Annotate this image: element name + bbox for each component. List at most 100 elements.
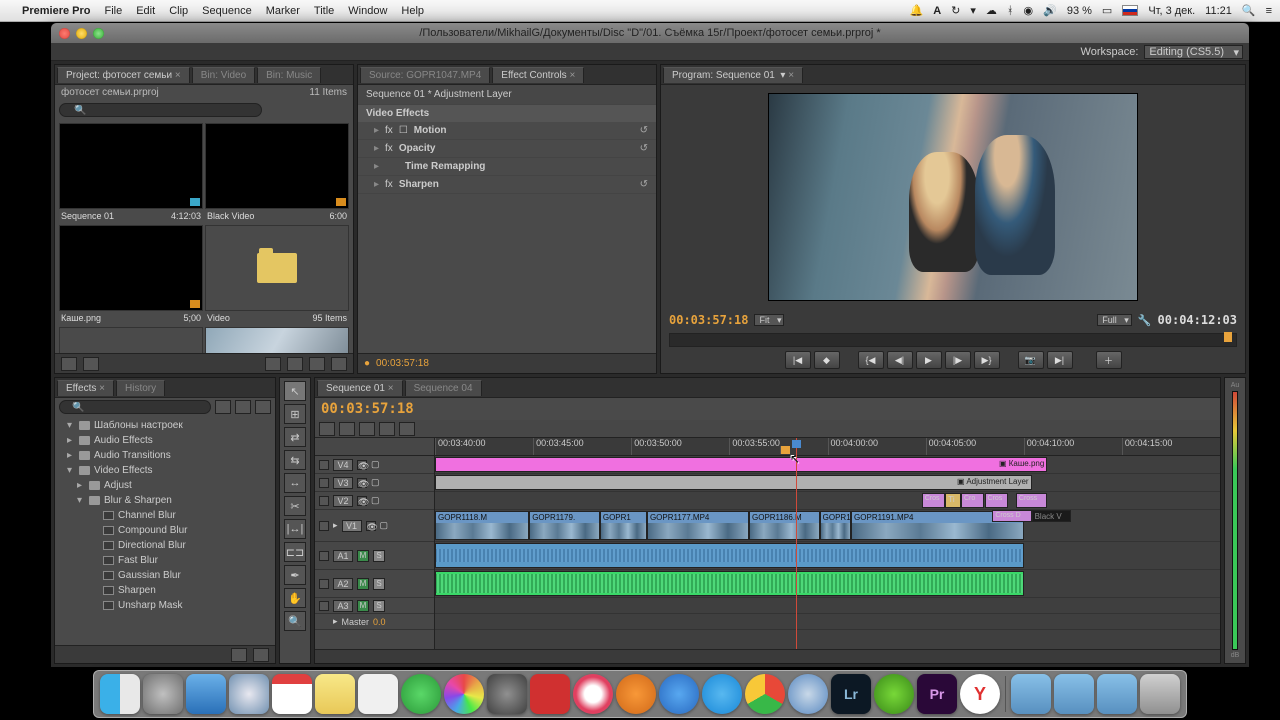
notification-icon[interactable]: 🔔 bbox=[910, 4, 924, 17]
clip-cross-4[interactable]: Cross bbox=[1016, 493, 1047, 508]
dock-mail-icon[interactable] bbox=[186, 674, 226, 714]
playhead[interactable] bbox=[796, 438, 797, 649]
dock-itunes-icon[interactable] bbox=[573, 674, 613, 714]
tab-history[interactable]: History bbox=[116, 380, 165, 396]
clip-adjustment-layer[interactable]: ▣ Adjustment Layer bbox=[435, 475, 1032, 490]
effects-search-input[interactable] bbox=[59, 400, 211, 414]
menu-clip[interactable]: Clip bbox=[169, 5, 188, 17]
project-item-sequence[interactable]: Sequence 014:12:03 bbox=[59, 123, 203, 223]
project-item-kashe[interactable]: Каше.png5;00 bbox=[59, 225, 203, 325]
insert-button[interactable] bbox=[359, 422, 375, 436]
fx-badge-yuv-button[interactable] bbox=[235, 400, 251, 414]
project-item-black-video[interactable]: Black Video6:00 bbox=[205, 123, 349, 223]
dock-yandex-icon[interactable]: Y bbox=[960, 674, 1000, 714]
track-header-a2[interactable]: A2MS bbox=[315, 570, 434, 598]
project-item-clip[interactable] bbox=[205, 327, 349, 353]
clip-audio-1[interactable] bbox=[435, 543, 1024, 568]
project-item-video-bin[interactable]: Video95 Items bbox=[205, 225, 349, 325]
clip-audio-2[interactable] bbox=[435, 571, 1024, 596]
fx-node-шаблоны-настроек[interactable]: ▾Шаблоны настроек bbox=[55, 418, 275, 433]
clip-black-video[interactable]: Black V bbox=[1032, 510, 1071, 522]
track-header-master[interactable]: ▸Master0.0 bbox=[315, 614, 434, 630]
tab-bin-video[interactable]: Bin: Video bbox=[192, 67, 255, 83]
tab-sequence-01[interactable]: Sequence 01 bbox=[317, 380, 403, 396]
clip-title[interactable]: Ti bbox=[945, 493, 961, 508]
button-editor-button[interactable]: ＋ bbox=[1096, 351, 1122, 369]
menubar-time[interactable]: 11:21 bbox=[1205, 5, 1232, 17]
menu-extra-icon[interactable]: ≡ bbox=[1266, 5, 1272, 17]
close-window-button[interactable] bbox=[59, 28, 70, 39]
fx-node-unsharp-mask[interactable]: Unsharp Mask bbox=[55, 598, 275, 613]
add-marker-button[interactable]: ◆ bbox=[814, 351, 840, 369]
fx-badge-accel-button[interactable] bbox=[255, 400, 271, 414]
battery-icon[interactable]: ▭ bbox=[1102, 4, 1112, 17]
menu-marker[interactable]: Marker bbox=[266, 5, 300, 17]
workspace-select[interactable]: Editing (CS5.5)▾ bbox=[1144, 45, 1243, 59]
track-master[interactable] bbox=[435, 614, 1220, 630]
bluetooth-icon[interactable]: ᚼ bbox=[1007, 5, 1014, 17]
adobe-cc-icon[interactable]: A bbox=[933, 5, 941, 17]
dock-skype-icon[interactable] bbox=[702, 674, 742, 714]
effect-opacity[interactable]: ▸fxOpacity↺ bbox=[358, 140, 656, 158]
effects-tree[interactable]: ▾Шаблоны настроек▸Audio Effects▸Audio Tr… bbox=[55, 416, 275, 645]
go-to-in-button[interactable]: |◀ bbox=[785, 351, 811, 369]
timeline-tracks[interactable]: 00:03:40:0000:03:45:0000:03:50:0000:03:5… bbox=[435, 438, 1220, 649]
program-timecode-current[interactable]: 00:03:57:18 bbox=[669, 313, 748, 327]
track-v3[interactable]: ▣ Adjustment Layer bbox=[435, 474, 1220, 492]
window-titlebar[interactable]: /Пользователи/MikhailG/Документы/Disc "D… bbox=[51, 23, 1249, 43]
menu-window[interactable]: Window bbox=[348, 5, 387, 17]
step-forward-button[interactable]: |▶ bbox=[945, 351, 971, 369]
dock-photos-icon[interactable] bbox=[444, 674, 484, 714]
fx-node-audio-transitions[interactable]: ▸Audio Transitions bbox=[55, 448, 275, 463]
selection-tool[interactable]: ↖ bbox=[284, 381, 306, 401]
razor-tool[interactable]: ✂ bbox=[284, 496, 306, 516]
menu-sequence[interactable]: Sequence bbox=[202, 5, 252, 17]
tab-effects[interactable]: Effects bbox=[57, 380, 114, 396]
dock-utorrent-icon[interactable] bbox=[874, 674, 914, 714]
track-header-v1[interactable]: ▸V1👁▢ bbox=[315, 510, 434, 542]
out-marker-icon[interactable] bbox=[1224, 332, 1232, 342]
track-a2[interactable] bbox=[435, 570, 1220, 598]
clip-gopr11[interactable]: GOPR11 bbox=[820, 511, 851, 540]
track-header-a3[interactable]: A3MS bbox=[315, 598, 434, 614]
ripple-edit-tool[interactable]: ⇄ bbox=[284, 427, 306, 447]
track-v1[interactable]: GOPR1118.M GOPR1179. GOPR1 GOPR1177.MP4 … bbox=[435, 510, 1220, 542]
tab-source[interactable]: Source: GOPR1047.MP4 bbox=[360, 67, 490, 83]
track-a1[interactable] bbox=[435, 542, 1220, 570]
menu-edit[interactable]: Edit bbox=[136, 5, 155, 17]
time-ruler[interactable]: 00:03:40:0000:03:45:0000:03:50:0000:03:5… bbox=[435, 438, 1220, 456]
rolling-edit-tool[interactable]: ⇆ bbox=[284, 450, 306, 470]
fx-node-audio-effects[interactable]: ▸Audio Effects bbox=[55, 433, 275, 448]
settings-button[interactable] bbox=[399, 422, 415, 436]
effect-motion[interactable]: ▸fx☐Motion↺ bbox=[358, 122, 656, 140]
dock-appstore-icon[interactable] bbox=[659, 674, 699, 714]
new-item-button[interactable] bbox=[309, 357, 325, 371]
tab-project[interactable]: Project: фотосет семьи bbox=[57, 67, 190, 83]
dock-trash-icon[interactable] bbox=[1140, 674, 1180, 714]
zoom-fit-select[interactable]: Fit bbox=[754, 314, 784, 326]
clip-cross-dissolve[interactable]: Cross D bbox=[992, 510, 1031, 522]
fx-node-adjust[interactable]: ▸Adjust bbox=[55, 478, 275, 493]
dock-notes-icon[interactable] bbox=[315, 674, 355, 714]
volume-icon[interactable]: 🔊 bbox=[1043, 4, 1057, 17]
play-button[interactable]: ▶ bbox=[916, 351, 942, 369]
track-a3[interactable] bbox=[435, 598, 1220, 614]
dock-calendar-icon[interactable] bbox=[272, 674, 312, 714]
settings-icon[interactable]: 🔧 bbox=[1138, 314, 1152, 327]
icon-view-button[interactable] bbox=[83, 357, 99, 371]
tab-sequence-04[interactable]: Sequence 04 bbox=[405, 380, 482, 396]
project-item-folder2[interactable] bbox=[59, 327, 203, 353]
timeline-timecode[interactable]: 00:03:57:18 bbox=[321, 401, 414, 417]
dock-vox-icon[interactable] bbox=[616, 674, 656, 714]
track-header-v4[interactable]: V4👁▢ bbox=[315, 456, 434, 474]
fx-node-fast-blur[interactable]: Fast Blur bbox=[55, 553, 275, 568]
dock-folder1-icon[interactable] bbox=[1011, 674, 1051, 714]
track-v4[interactable]: ▣ Каше.png bbox=[435, 456, 1220, 474]
clip-gopr1118[interactable]: GOPR1118.M bbox=[435, 511, 529, 540]
input-source-icon[interactable] bbox=[1122, 5, 1138, 16]
step-forward-5-button[interactable]: ▶} bbox=[974, 351, 1000, 369]
minimize-window-button[interactable] bbox=[76, 28, 87, 39]
dock-chrome-icon[interactable] bbox=[745, 674, 785, 714]
project-search-input[interactable] bbox=[59, 103, 262, 117]
effect-time-remap[interactable]: ▸Time Remapping bbox=[358, 158, 656, 176]
